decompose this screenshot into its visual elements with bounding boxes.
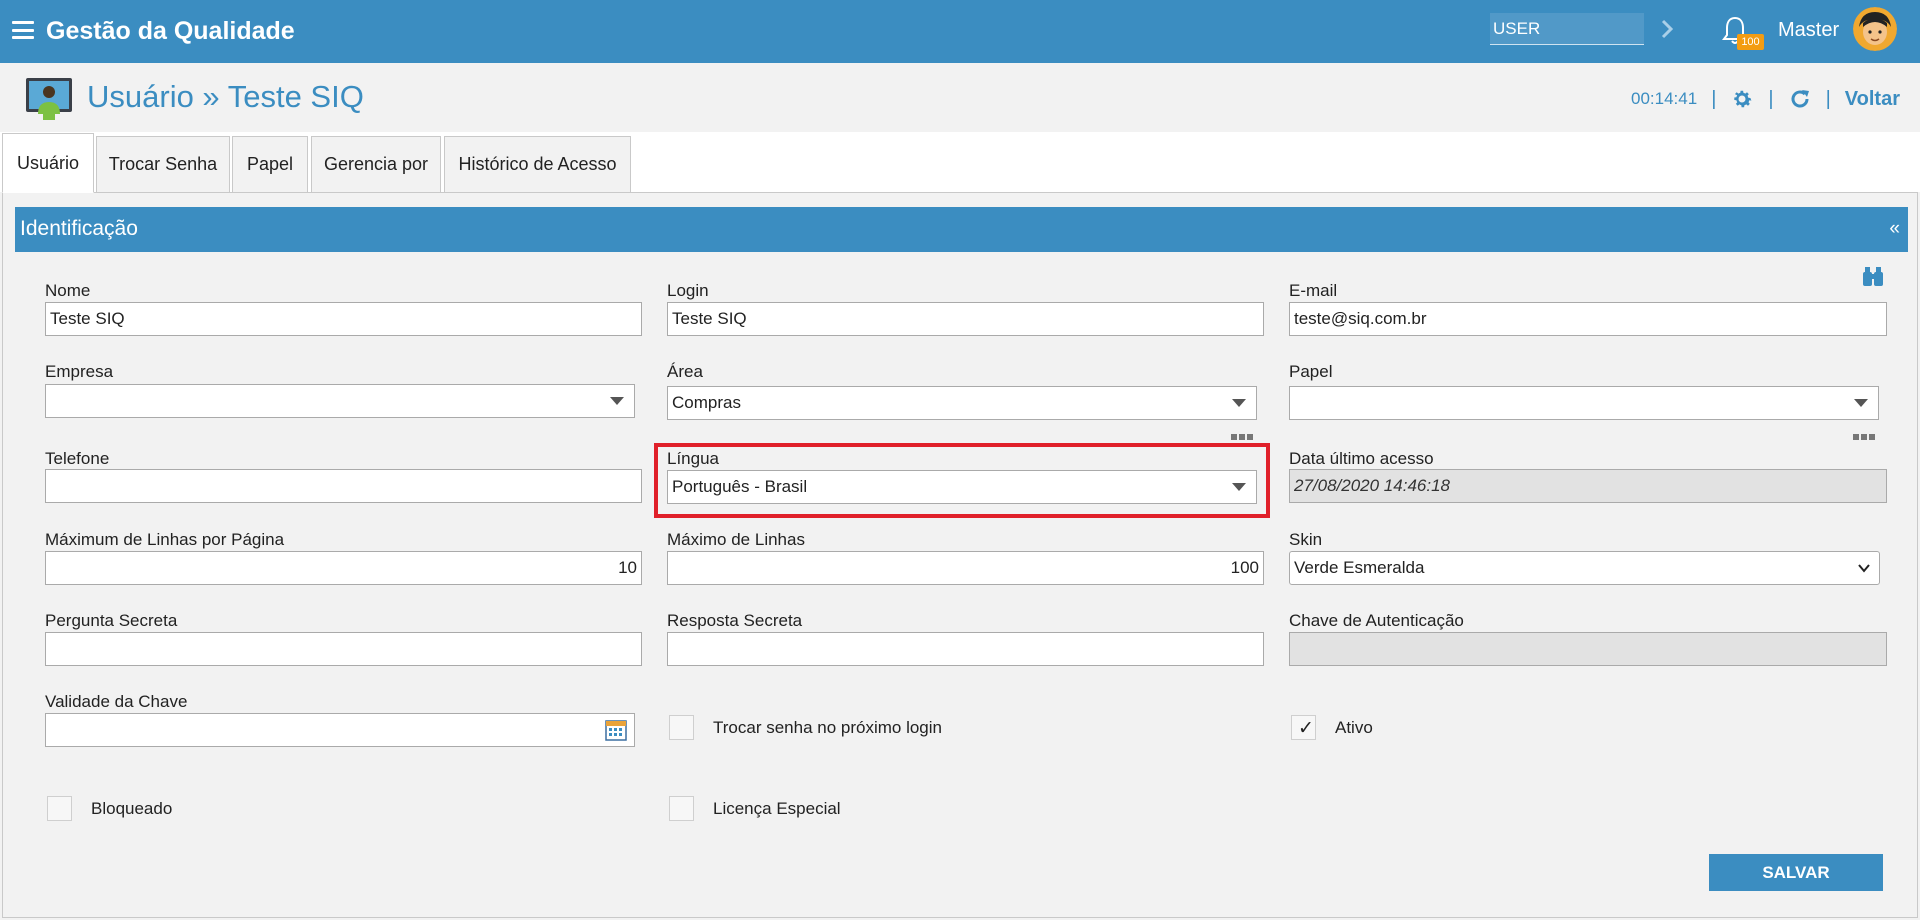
resposta-secreta-input[interactable] [667, 632, 1264, 666]
data-ultimo-acesso-field [1289, 469, 1887, 503]
tab-historico-acesso[interactable]: Histórico de Acesso [444, 136, 631, 192]
papel-select[interactable] [1289, 386, 1879, 420]
chevron-right-icon[interactable] [1660, 16, 1676, 42]
bloqueado-label: Bloqueado [91, 799, 173, 818]
user-search-input[interactable] [1490, 13, 1644, 45]
email-input[interactable] [1289, 302, 1887, 336]
email-label: E-mail [1289, 281, 1338, 300]
area-value: Compras [672, 393, 741, 412]
section-header: Identificação « [15, 207, 1908, 252]
tab-gerencia-por[interactable]: Gerencia por [311, 136, 441, 192]
ativo-label: Ativo [1335, 718, 1373, 737]
chave-autenticacao-label: Chave de Autenticação [1289, 611, 1464, 630]
skin-select[interactable]: Verde Esmeralda [1289, 551, 1880, 585]
header-actions: 00:14:41 | | | Voltar [1631, 85, 1900, 113]
data-ultimo-acesso-label: Data último acesso [1289, 449, 1434, 468]
monitor-user-icon [26, 78, 72, 120]
validade-chave-label: Validade da Chave [45, 692, 188, 711]
session-timer: 00:14:41 [1631, 89, 1698, 108]
area-select[interactable]: Compras [667, 386, 1257, 420]
licenca-especial-checkbox[interactable] [669, 796, 694, 821]
page-title: Usuário » Teste SIQ [87, 79, 364, 114]
app-title: Gestão da Qualidade [46, 17, 295, 45]
tab-trocar-senha[interactable]: Trocar Senha [96, 136, 230, 192]
telefone-input[interactable] [45, 469, 642, 503]
max-linhas-pagina-input[interactable] [45, 551, 642, 585]
caret-down-icon [1232, 399, 1246, 407]
caret-down-icon [610, 397, 624, 405]
lingua-label: Língua [667, 449, 719, 468]
refresh-icon[interactable] [1788, 87, 1812, 111]
tab-usuario[interactable]: Usuário [2, 133, 94, 193]
telefone-label: Telefone [45, 449, 110, 468]
notification-badge: 100 [1737, 34, 1764, 50]
bloqueado-checkbox[interactable] [47, 796, 72, 821]
licenca-especial-label: Licença Especial [713, 799, 841, 818]
caret-down-icon [1232, 483, 1246, 491]
gear-icon[interactable] [1730, 87, 1754, 111]
check-icon: ✓ [1298, 718, 1314, 739]
skin-label: Skin [1289, 530, 1323, 549]
lingua-value: Português - Brasil [672, 477, 808, 496]
trocar-senha-label: Trocar senha no próximo login [713, 718, 942, 737]
area-ellipsis-icon[interactable] [1231, 427, 1255, 440]
papel-ellipsis-icon[interactable] [1853, 427, 1877, 440]
nome-label: Nome [45, 281, 91, 300]
chevron-down-icon [1858, 564, 1870, 573]
login-input[interactable] [667, 302, 1264, 336]
divider: | [1711, 87, 1717, 110]
pergunta-secreta-input[interactable] [45, 632, 642, 666]
caret-down-icon [1854, 399, 1868, 407]
divider: | [1768, 87, 1774, 110]
empresa-select[interactable] [45, 384, 635, 418]
hamburger-menu-icon[interactable] [12, 21, 34, 39]
pergunta-secreta-label: Pergunta Secreta [45, 611, 178, 630]
back-link[interactable]: Voltar [1845, 88, 1900, 111]
chave-autenticacao-field [1289, 632, 1887, 666]
resposta-secreta-label: Resposta Secreta [667, 611, 803, 630]
tab-papel[interactable]: Papel [232, 136, 308, 192]
skin-value: Verde Esmeralda [1294, 558, 1425, 577]
collapse-toggle[interactable]: « [1889, 218, 1900, 240]
save-button[interactable]: SALVAR [1709, 854, 1883, 891]
area-label: Área [667, 362, 703, 381]
validade-chave-input[interactable] [45, 713, 635, 747]
papel-label: Papel [1289, 362, 1333, 381]
ativo-checkbox[interactable]: ✓ [1291, 715, 1316, 740]
calendar-icon[interactable] [605, 719, 627, 741]
top-bar: Gestão da Qualidade 100 Master [0, 0, 1920, 63]
section-title: Identificação [20, 217, 138, 240]
nome-input[interactable] [45, 302, 642, 336]
lingua-select[interactable]: Português - Brasil [667, 470, 1257, 504]
max-linhas-pagina-label: Máximum de Linhas por Página [45, 530, 285, 549]
user-name[interactable]: Master [1778, 19, 1839, 42]
max-linhas-label: Máximo de Linhas [667, 530, 805, 549]
trocar-senha-checkbox[interactable] [669, 715, 694, 740]
login-label: Login [667, 281, 709, 300]
binoculars-icon[interactable] [1862, 265, 1884, 287]
avatar[interactable] [1853, 7, 1897, 51]
max-linhas-input[interactable] [667, 551, 1264, 585]
divider: | [1825, 87, 1831, 110]
empresa-label: Empresa [45, 362, 114, 381]
